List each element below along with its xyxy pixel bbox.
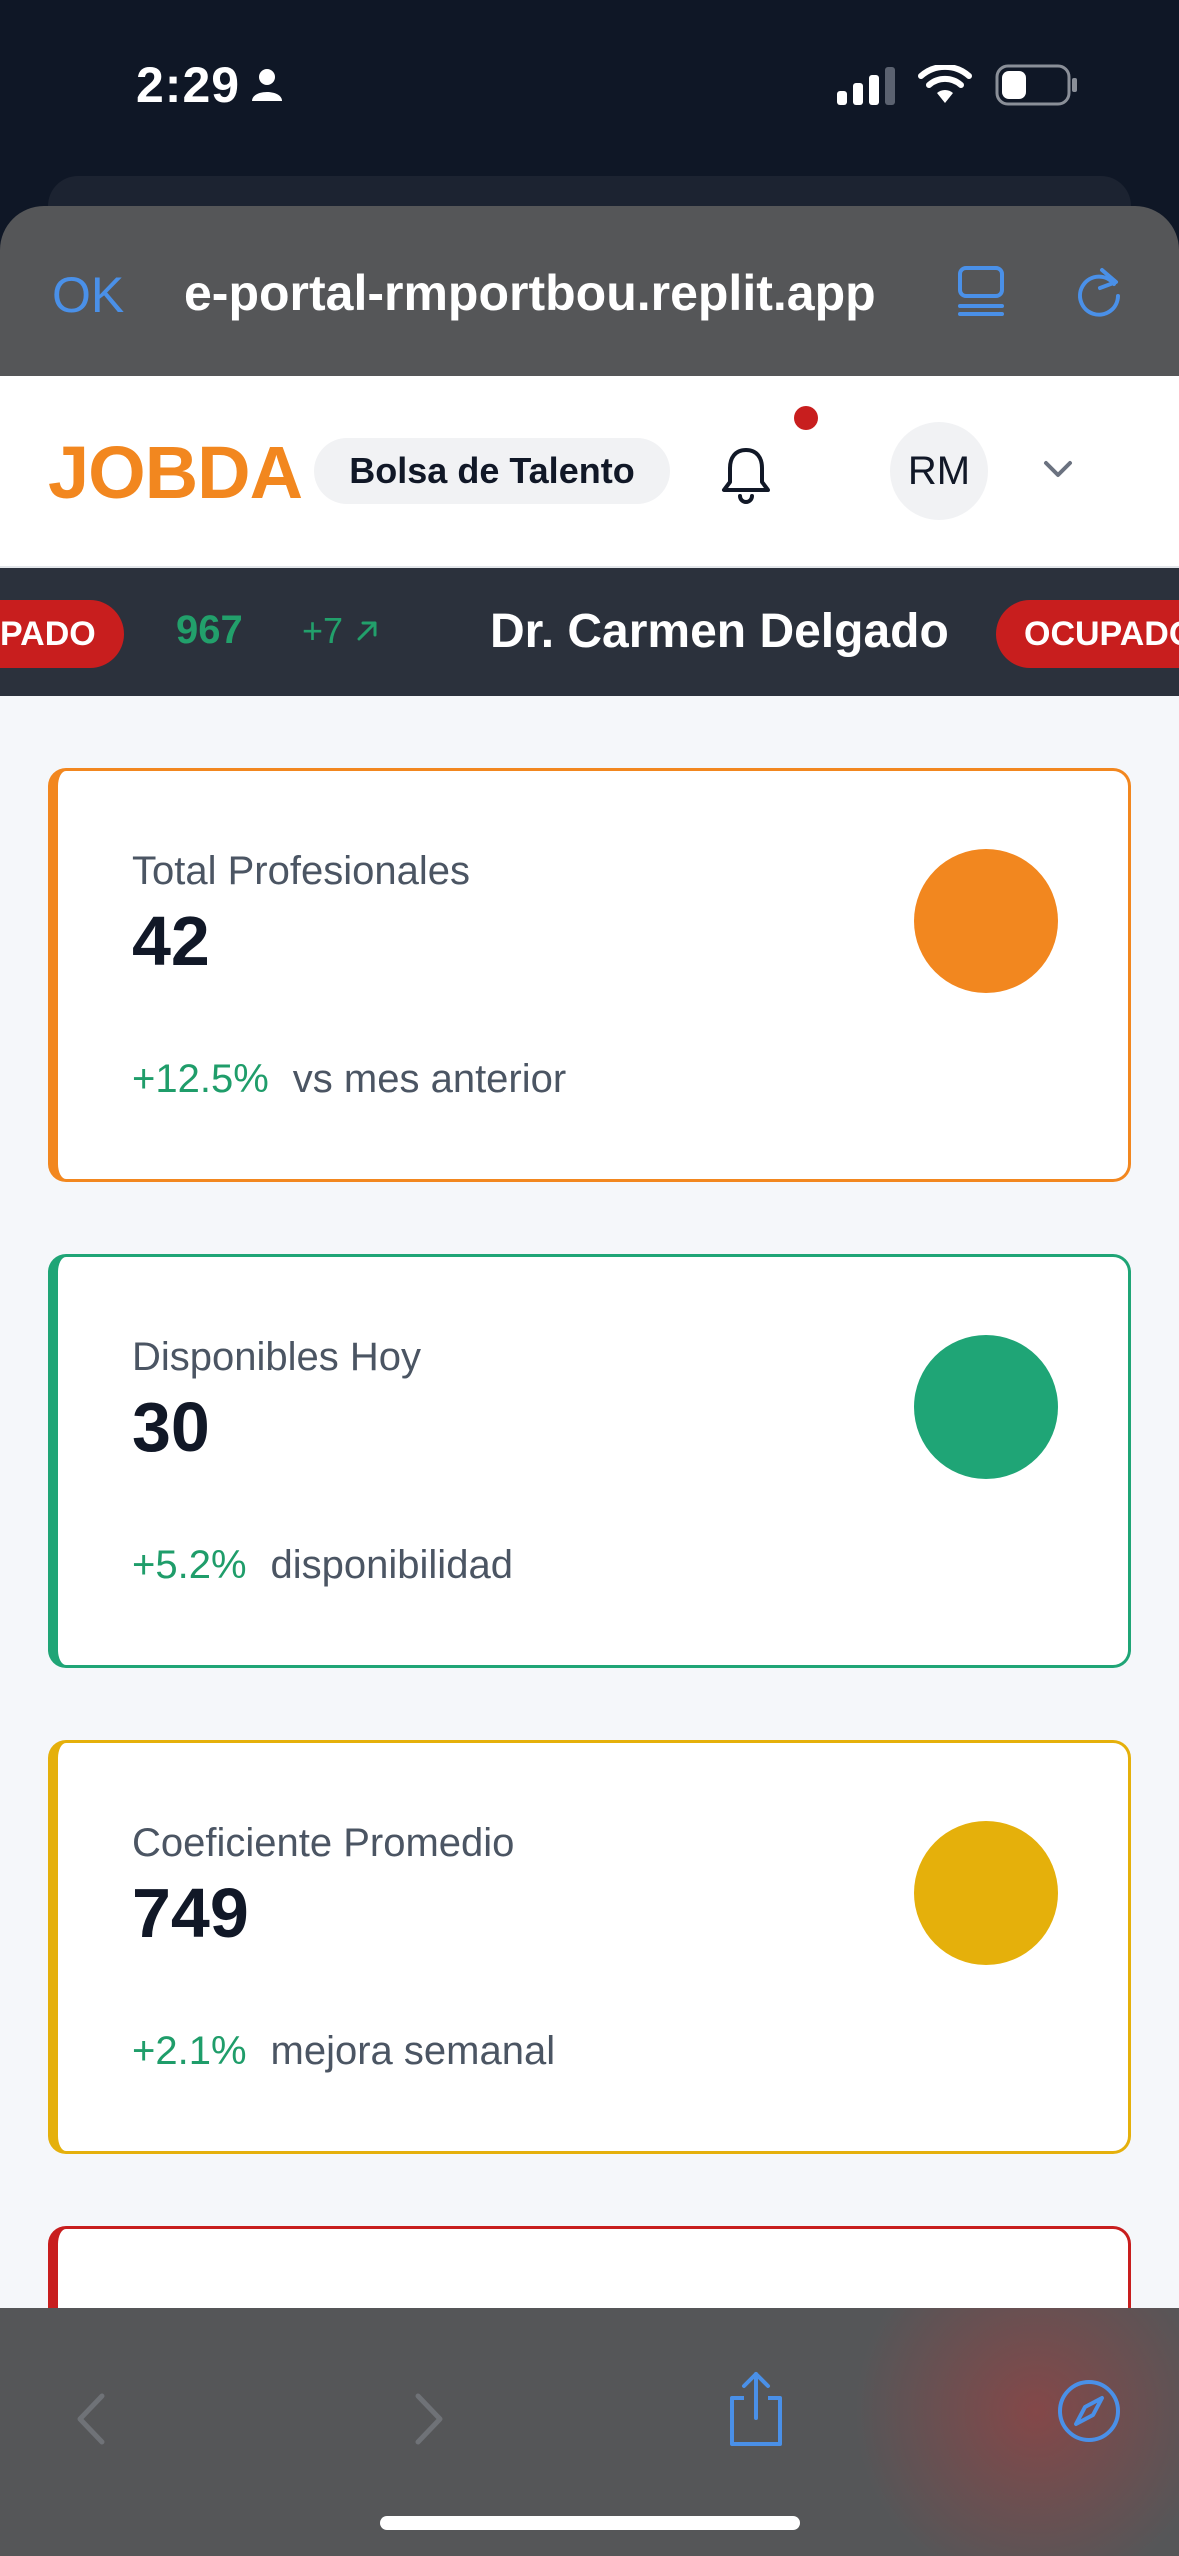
url-field[interactable]: e-portal-rmportbou.replit.app <box>184 264 904 322</box>
status-badge: OCUPADO <box>996 600 1179 668</box>
avatar[interactable]: RM <box>890 422 988 520</box>
notifications-button[interactable] <box>716 438 776 508</box>
stat-delta-description: mejora semanal <box>270 2029 556 2073</box>
compass-icon[interactable] <box>1056 2378 1122 2444</box>
stat-delta-description: vs mes anterior <box>292 1057 567 1101</box>
stat-card-total-profesionales[interactable]: Total Profesionales 42 +12.5% vs mes ant… <box>48 768 1131 1182</box>
stat-delta: +2.1% mejora semanal <box>132 2029 555 2074</box>
chevron-down-icon[interactable] <box>1040 454 1076 484</box>
status-indicators <box>837 64 1079 106</box>
person-icon <box>252 69 283 101</box>
app-header: JOBDA Bolsa de Talento RM <box>0 376 1179 568</box>
url-bar: OK e-portal-rmportbou.replit.app <box>0 206 1179 376</box>
stat-card-coeficiente-promedio[interactable]: Coeficiente Promedio 749 +2.1% mejora se… <box>48 1740 1131 2154</box>
stat-value: 42 <box>132 902 210 980</box>
stat-indicator-dot <box>914 1335 1058 1479</box>
stat-delta: +5.2% disponibilidad <box>132 1543 513 1588</box>
ticker-score: 967 <box>176 608 243 652</box>
forward-icon[interactable] <box>398 2384 458 2454</box>
share-icon[interactable] <box>724 2368 788 2450</box>
stat-delta: +12.5% vs mes anterior <box>132 1057 566 1102</box>
arrow-up-right-icon <box>357 621 377 641</box>
stat-delta-percent: +12.5% <box>132 1057 269 1101</box>
stat-label: Coeficiente Promedio <box>132 1821 515 1865</box>
stat-indicator-dot <box>914 849 1058 993</box>
done-button[interactable]: OK <box>52 266 124 324</box>
reader-icon[interactable] <box>956 264 1006 318</box>
stat-delta-description: disponibilidad <box>270 1543 513 1587</box>
status-bar: 2:29 <box>0 0 1179 180</box>
section-tag: Bolsa de Talento <box>314 438 670 504</box>
stat-label: Total Profesionales <box>132 849 470 893</box>
brand-logo[interactable]: JOBDA <box>48 430 303 515</box>
stat-card-partial[interactable] <box>48 2226 1131 2308</box>
clock: 2:29 <box>136 57 241 113</box>
ticker-change-value: +7 <box>302 610 344 651</box>
reload-icon[interactable] <box>1074 266 1124 318</box>
bell-icon <box>722 448 770 504</box>
stat-delta-percent: +2.1% <box>132 2029 247 2073</box>
toolbar-glow <box>820 2308 1179 2556</box>
stat-card-disponibles-hoy[interactable]: Disponibles Hoy 30 +5.2% disponibilidad <box>48 1254 1131 1668</box>
status-time: 2:29 <box>136 56 284 114</box>
status-badge: PADO <box>0 600 124 668</box>
stat-value: 30 <box>132 1388 210 1466</box>
stat-value: 749 <box>132 1874 249 1952</box>
stat-indicator-dot <box>914 1821 1058 1965</box>
signal-icon <box>837 65 895 105</box>
notification-dot <box>794 406 818 430</box>
ticker-change: +7 <box>302 610 381 652</box>
home-indicator[interactable] <box>380 2516 800 2530</box>
stat-label: Disponibles Hoy <box>132 1335 422 1379</box>
battery-icon <box>995 64 1077 106</box>
back-icon[interactable] <box>62 2384 122 2454</box>
ticker-professional-name[interactable]: Dr. Carmen Delgado <box>490 604 949 659</box>
wifi-icon <box>918 65 972 103</box>
status-ticker: PADO 967 +7 Dr. Carmen Delgado OCUPADO <box>0 568 1179 696</box>
dashboard-content: Total Profesionales 42 +12.5% vs mes ant… <box>0 696 1179 2308</box>
stat-delta-percent: +5.2% <box>132 1543 247 1587</box>
